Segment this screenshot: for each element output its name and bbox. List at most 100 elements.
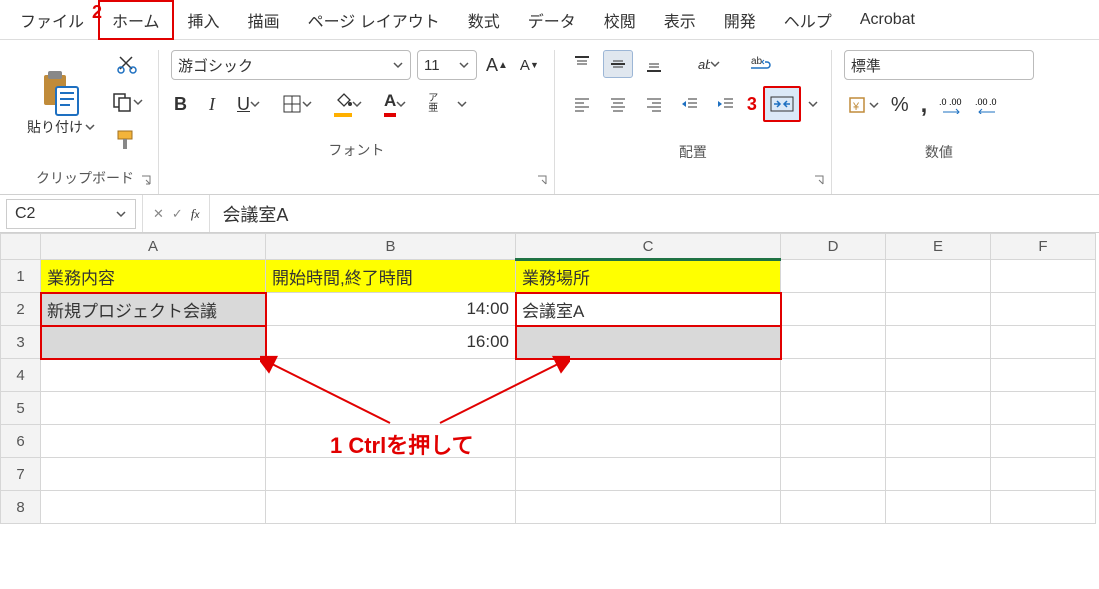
format-painter-button[interactable] <box>108 126 146 156</box>
orientation-button[interactable]: ab <box>693 50 723 78</box>
cell-D2[interactable] <box>781 293 886 326</box>
align-left-button[interactable] <box>567 90 597 118</box>
decrease-font-button[interactable]: A▼ <box>517 54 542 77</box>
font-color-button[interactable]: A <box>381 88 409 120</box>
cell-C8[interactable] <box>516 491 781 524</box>
col-header-F[interactable]: F <box>991 234 1096 260</box>
font-name-select[interactable]: 游ゴシック <box>171 50 411 80</box>
menu-draw[interactable]: 描画 <box>234 0 294 40</box>
cell-C5[interactable] <box>516 392 781 425</box>
col-header-E[interactable]: E <box>886 234 991 260</box>
col-header-C[interactable]: C <box>516 234 781 260</box>
menu-home[interactable]: ホーム <box>98 0 174 40</box>
menu-acrobat[interactable]: Acrobat <box>846 3 929 37</box>
menu-insert[interactable]: 挿入 <box>174 0 234 40</box>
cell-E1[interactable] <box>886 260 991 293</box>
dialog-launcher-icon[interactable] <box>140 174 154 188</box>
fill-color-button[interactable] <box>331 89 365 120</box>
cell-A8[interactable] <box>41 491 266 524</box>
align-bottom-button[interactable] <box>639 50 669 78</box>
menu-page-layout[interactable]: ページ レイアウト <box>294 0 454 40</box>
cell-A1[interactable]: 業務内容 <box>41 260 266 293</box>
accounting-format-button[interactable]: ¥ <box>844 92 882 118</box>
number-format-select[interactable]: 標準 <box>844 50 1034 80</box>
increase-font-button[interactable]: A▲ <box>483 52 511 79</box>
copy-button[interactable] <box>108 88 146 116</box>
italic-button[interactable]: I <box>206 91 218 118</box>
menu-formulas[interactable]: 数式 <box>454 0 514 40</box>
cell-F7[interactable] <box>991 458 1096 491</box>
cell-A2[interactable]: 新規プロジェクト会議 <box>41 293 266 326</box>
cut-button[interactable] <box>108 50 146 78</box>
cell-E3[interactable] <box>886 326 991 359</box>
align-top-button[interactable] <box>567 50 597 78</box>
cell-F8[interactable] <box>991 491 1096 524</box>
cell-B7[interactable] <box>266 458 516 491</box>
increase-indent-button[interactable] <box>711 90 741 118</box>
col-header-A[interactable]: A <box>41 234 266 260</box>
menu-view[interactable]: 表示 <box>650 0 710 40</box>
cell-C6[interactable] <box>516 425 781 458</box>
underline-button[interactable]: U <box>234 91 263 118</box>
cell-B6[interactable] <box>266 425 516 458</box>
cell-B4[interactable] <box>266 359 516 392</box>
percent-button[interactable]: % <box>888 91 912 120</box>
menu-data[interactable]: データ <box>514 0 590 40</box>
cell-B1[interactable]: 開始時間,終了時間 <box>266 260 516 293</box>
row-header-4[interactable]: 4 <box>1 359 41 392</box>
cell-B5[interactable] <box>266 392 516 425</box>
font-size-select[interactable]: 11 <box>417 50 477 80</box>
formula-bar[interactable]: 会議室A <box>210 201 1099 227</box>
cell-F3[interactable] <box>991 326 1096 359</box>
comma-button[interactable]: , <box>918 88 931 122</box>
cell-D7[interactable] <box>781 458 886 491</box>
col-header-D[interactable]: D <box>781 234 886 260</box>
row-header-2[interactable]: 2 <box>1 293 41 326</box>
cell-A5[interactable] <box>41 392 266 425</box>
cell-E2[interactable] <box>886 293 991 326</box>
menu-file[interactable]: ファイル 2 <box>6 0 98 40</box>
cell-A6[interactable] <box>41 425 266 458</box>
cell-F5[interactable] <box>991 392 1096 425</box>
dialog-launcher-icon[interactable] <box>536 174 550 188</box>
wrap-text-button[interactable]: ab <box>747 50 777 78</box>
cell-A7[interactable] <box>41 458 266 491</box>
name-box[interactable]: C2 <box>6 199 136 229</box>
menu-help[interactable]: ヘルプ <box>770 0 846 40</box>
row-header-7[interactable]: 7 <box>1 458 41 491</box>
cell-D4[interactable] <box>781 359 886 392</box>
cell-D1[interactable] <box>781 260 886 293</box>
cell-A3[interactable] <box>41 326 266 359</box>
cell-D3[interactable] <box>781 326 886 359</box>
row-header-3[interactable]: 3 <box>1 326 41 359</box>
fx-icon[interactable]: fx <box>191 206 200 222</box>
cell-E5[interactable] <box>886 392 991 425</box>
row-header-6[interactable]: 6 <box>1 425 41 458</box>
cancel-icon[interactable]: ✕ <box>153 206 164 222</box>
bold-button[interactable]: B <box>171 91 190 118</box>
increase-decimal-button[interactable]: .0.00 <box>936 93 966 117</box>
cell-C3[interactable] <box>516 326 781 359</box>
dialog-launcher-icon[interactable] <box>813 174 827 188</box>
col-header-B[interactable]: B <box>266 234 516 260</box>
cell-B2[interactable]: 14:00 <box>266 293 516 326</box>
cell-E6[interactable] <box>886 425 991 458</box>
row-header-1[interactable]: 1 <box>1 260 41 293</box>
merge-center-button[interactable] <box>767 90 797 118</box>
cell-F1[interactable] <box>991 260 1096 293</box>
cell-E7[interactable] <box>886 458 991 491</box>
paste-button[interactable]: 貼り付け <box>24 50 98 156</box>
borders-button[interactable] <box>279 91 315 117</box>
select-all-corner[interactable] <box>1 234 41 260</box>
cell-B3[interactable]: 16:00 <box>266 326 516 359</box>
align-middle-button[interactable] <box>603 50 633 78</box>
phonetic-button[interactable]: ア 亜 <box>425 91 441 117</box>
row-header-8[interactable]: 8 <box>1 491 41 524</box>
row-header-5[interactable]: 5 <box>1 392 41 425</box>
cell-C4[interactable] <box>516 359 781 392</box>
cell-C1[interactable]: 業務場所 <box>516 260 781 293</box>
cell-E4[interactable] <box>886 359 991 392</box>
align-right-button[interactable] <box>639 90 669 118</box>
cell-F6[interactable] <box>991 425 1096 458</box>
cell-B8[interactable] <box>266 491 516 524</box>
